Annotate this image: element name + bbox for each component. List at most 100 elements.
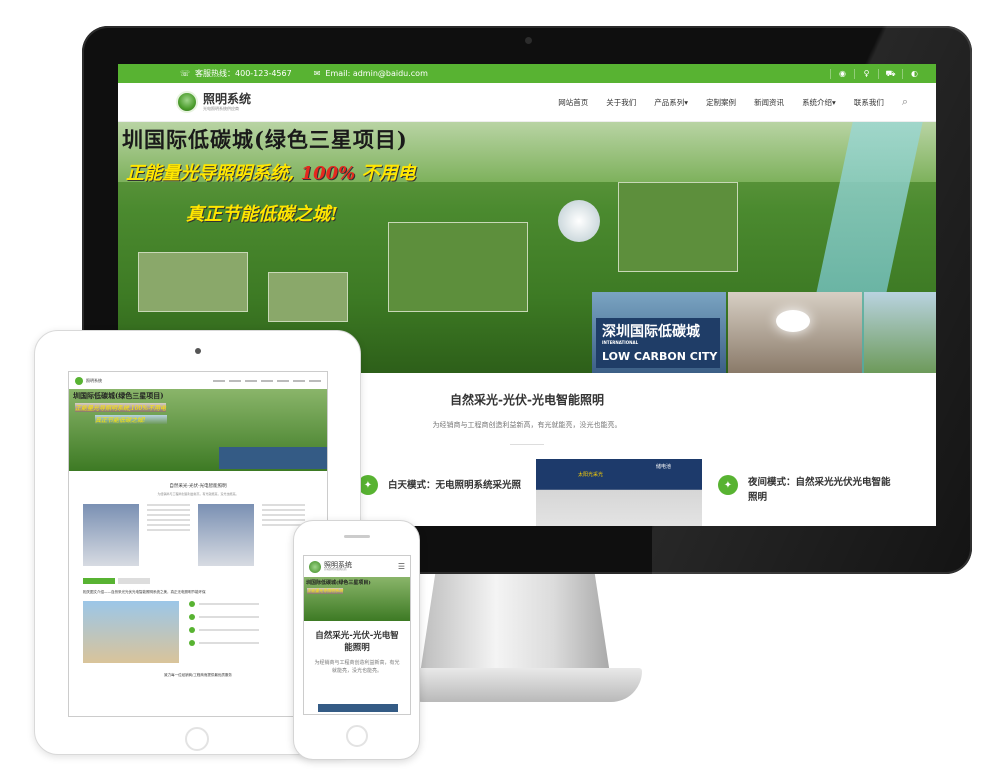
tablet-tab-active[interactable] [83,578,115,584]
site-logo[interactable]: 照明系统 光电照明系统供应商 [176,91,251,113]
phone-section-title: 自然采光-光伏-光电智能照明 [315,631,399,653]
tablet-header: 照明系统 [69,372,327,389]
tablet-heading2: 相关图文介绍——自然采光光伏光电智能照明系统之美，真正无电照明节能环保 [83,590,206,594]
tablet-banner-thumbs [219,447,327,469]
ipad-camera [195,348,201,354]
banner-slogan: 正能量光导照明系统, 100% 不用电 [126,159,416,185]
main-nav: 网站首页 关于我们 产品系列▾ 定制案例 新闻资讯 系统介绍▾ 联系我们 ⌕ [540,95,908,109]
bulb-icon: ✦ [358,475,378,495]
topbar: ☏ 客服热线：400-123-4567 ✉ Email: admin@baidu… [118,64,936,83]
cart-icon[interactable]: ⛟ [878,68,902,79]
email[interactable]: ✉ Email: admin@baidu.com [314,69,428,78]
banner-building [388,222,528,312]
nav-contact[interactable]: 联系我们 [854,97,884,108]
sign-cn: 深圳国际低碳城 [602,324,700,340]
search-icon[interactable]: ⌕ [902,95,908,109]
ipad-home-button[interactable] [185,727,209,751]
iphone-frame: 照明系统 光电照明系统供应商 ☰ 圳国际低碳城(绿色三星项目) 正能量光导照明系… [293,520,420,760]
sign-en: LOW CARBON CITY [602,350,718,363]
banner-thumbnails: 深圳国际低碳城 INTERNATIONAL LOW CARBON CITY [592,292,936,373]
banner-tagline: 真正节能低碳之城! [186,204,338,225]
tablet-feature-image[interactable] [198,504,254,566]
list-item [189,614,259,620]
thumb-sign[interactable]: 深圳国际低碳城 INTERNATIONAL LOW CARBON CITY [592,292,726,373]
logo-emblem [75,376,83,385]
list-item [189,627,259,633]
logo-name: 照明系统 [203,92,252,106]
tablet-info-row [69,595,327,663]
lamp-icon [776,310,810,332]
nav-system[interactable]: 系统介绍▾ [802,97,836,108]
nav-about[interactable]: 关于我们 [606,97,636,108]
day-mode[interactable]: ✦ 白天模式：无电照明系统采光照 [358,475,521,495]
tablet-nav [209,379,321,382]
sign-small: INTERNATIONAL [602,340,639,345]
night-mode[interactable]: ✦ 夜间模式：自然采光光伏光电智能照明 [718,475,898,505]
logo-tagline: 光电照明系统供应商 [203,106,239,111]
nav-cases[interactable]: 定制案例 [706,97,736,108]
hotline-text: 客服热线：400-123-4567 [195,69,292,78]
phone-banner[interactable]: 圳国际低碳城(绿色三星项目) 正能量光导照明系统 [304,577,410,621]
list-item [189,640,259,646]
tablet-footer-line: 致力每一位经销商/工程商而提供最优质服务 [164,673,232,677]
list-item [189,601,259,607]
tablet-tab[interactable] [118,578,150,584]
banner-slogan-percent: 100% [300,163,356,184]
logo-emblem [176,91,198,113]
tablet-screen: 照明系统 圳国际低碳城(绿色三星项目) 正能量光导照明系统,100%不用电 真正… [68,371,328,717]
hamburger-menu-icon[interactable]: ☰ [398,562,405,571]
tablet-banner-line2: 正能量光导照明系统,100%不用电 [75,403,167,412]
phone-icon: ☏ [180,69,191,78]
tablet-banner-line3: 真正节能低碳之城! [95,415,167,424]
nav-news[interactable]: 新闻资讯 [754,97,784,108]
phone-header: 照明系统 光电照明系统供应商 ☰ [304,556,410,577]
hotline: ☏ 客服热线：400-123-4567 [180,68,292,79]
email-text: Email: admin@baidu.com [325,69,428,78]
imac-camera [525,37,532,44]
tablet-logo-name: 照明系统 [86,377,102,383]
tablet-section-title: 自然采光-光伏-光电智能照明 [169,484,227,489]
iphone-speaker [344,535,370,538]
phone-banner-line2: 正能量光导照明系统 [307,588,343,594]
phone-logo-tagline: 光电照明系统供应商 [324,567,347,571]
logo-emblem [309,560,321,573]
banner-dome [558,200,600,242]
thumb-street[interactable] [864,292,936,373]
diagram-label: 太阳光采光 [578,472,604,478]
site-header: 照明系统 光电照明系统供应商 网站首页 关于我们 产品系列▾ 定制案例 新闻资讯… [118,83,936,122]
weibo-icon[interactable]: ◉ [830,68,854,79]
diagram-label: 储电池 [656,464,672,470]
phone-screen: 照明系统 光电照明系统供应商 ☰ 圳国际低碳城(绿色三星项目) 正能量光导照明系… [303,555,411,715]
tablet-info-image[interactable] [83,601,179,663]
imac-stand [420,574,610,674]
phone-section-sub: 为经销商与工程商创造利益新高，有光就能亮，没光也能亮。 [314,660,400,674]
nav-home[interactable]: 网站首页 [558,97,588,108]
phone-image-strip [318,704,398,712]
tablet-feature-image[interactable] [83,504,139,566]
tablet-feature-text [147,504,190,566]
banner-slogan-a: 正能量光导照明系统, [126,163,295,184]
diagram-image[interactable]: 太阳光采光 储电池 [536,459,702,526]
banner-headline: 圳国际低碳城(绿色三星项目) [122,127,408,152]
iphone-home-button[interactable] [346,725,368,747]
sign-board: 深圳国际低碳城 INTERNATIONAL LOW CARBON CITY [596,318,720,368]
day-mode-text: 白天模式：无电照明系统采光照 [388,479,522,491]
bulb-icon: ✦ [718,475,738,495]
tablet-feature-row [69,496,327,566]
banner-building [618,182,738,272]
thumb-ceiling-light[interactable] [728,292,862,373]
banner-building [268,272,348,322]
tablet-tabs [69,566,327,584]
phone-banner-line1: 圳国际低碳城(绿色三星项目) [306,580,371,586]
banner-building [138,252,248,312]
wechat-icon[interactable]: ◐ [902,68,926,79]
qq-icon[interactable]: ♀ [854,68,878,79]
social-links: ◉ ♀ ⛟ ◐ [830,68,926,79]
nav-products[interactable]: 产品系列▾ [654,97,688,108]
tablet-banner[interactable]: 圳国际低碳城(绿色三星项目) 正能量光导照明系统,100%不用电 真正节能低碳之… [69,389,327,471]
tablet-banner-line1: 圳国际低碳城(绿色三星项目) [73,391,164,400]
banner-slogan-c: 不用电 [361,163,416,184]
imac-base [392,668,642,702]
mail-icon: ✉ [313,69,321,78]
night-mode-text: 夜间模式：自然采光光伏光电智能照明 [748,477,891,503]
